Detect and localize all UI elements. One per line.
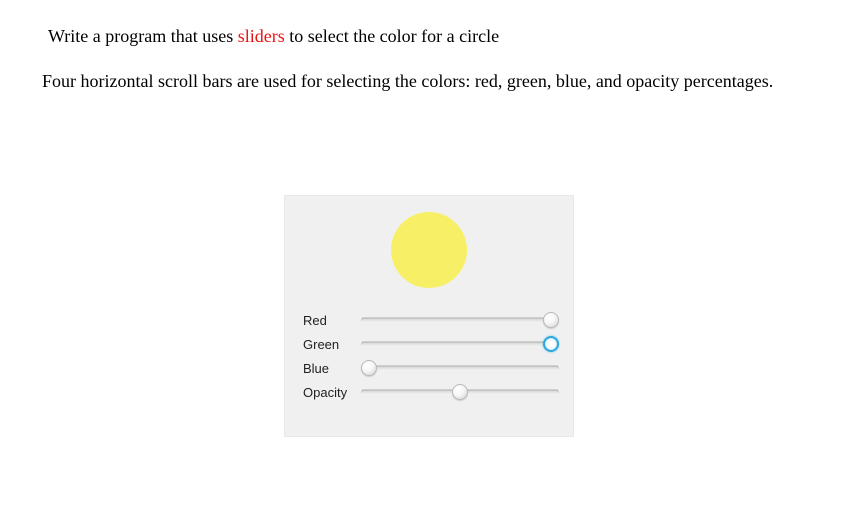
- prompt-line-1-keyword: sliders: [238, 26, 285, 46]
- circle-preview-area: [285, 196, 573, 304]
- slider-track: [361, 318, 559, 323]
- slider-rows: Red Green Blue Opacity: [285, 304, 573, 414]
- prompt-line-1-post: to select the color for a circle: [285, 26, 499, 46]
- slider-row-green: Green: [303, 332, 559, 356]
- slider-thumb[interactable]: [543, 312, 559, 328]
- slider-opacity[interactable]: [361, 383, 559, 401]
- slider-thumb[interactable]: [543, 336, 559, 352]
- slider-label-red: Red: [303, 313, 361, 328]
- slider-label-opacity: Opacity: [303, 385, 361, 400]
- slider-blue[interactable]: [361, 359, 559, 377]
- slider-red[interactable]: [361, 311, 559, 329]
- slider-green[interactable]: [361, 335, 559, 353]
- slider-thumb[interactable]: [361, 360, 377, 376]
- slider-label-green: Green: [303, 337, 361, 352]
- slider-label-blue: Blue: [303, 361, 361, 376]
- slider-thumb[interactable]: [452, 384, 468, 400]
- slider-row-blue: Blue: [303, 356, 559, 380]
- prompt-line-2: Four horizontal scroll bars are used for…: [42, 69, 802, 93]
- prompt-line-1-pre: Write a program that uses: [48, 26, 238, 46]
- slider-row-red: Red: [303, 308, 559, 332]
- slider-track: [361, 342, 559, 347]
- slider-track: [361, 366, 559, 371]
- slider-row-opacity: Opacity: [303, 380, 559, 404]
- color-circle: [391, 212, 467, 288]
- color-picker-panel: Red Green Blue Opacity: [284, 195, 574, 437]
- prompt-line-1: Write a program that uses sliders to sel…: [48, 26, 802, 47]
